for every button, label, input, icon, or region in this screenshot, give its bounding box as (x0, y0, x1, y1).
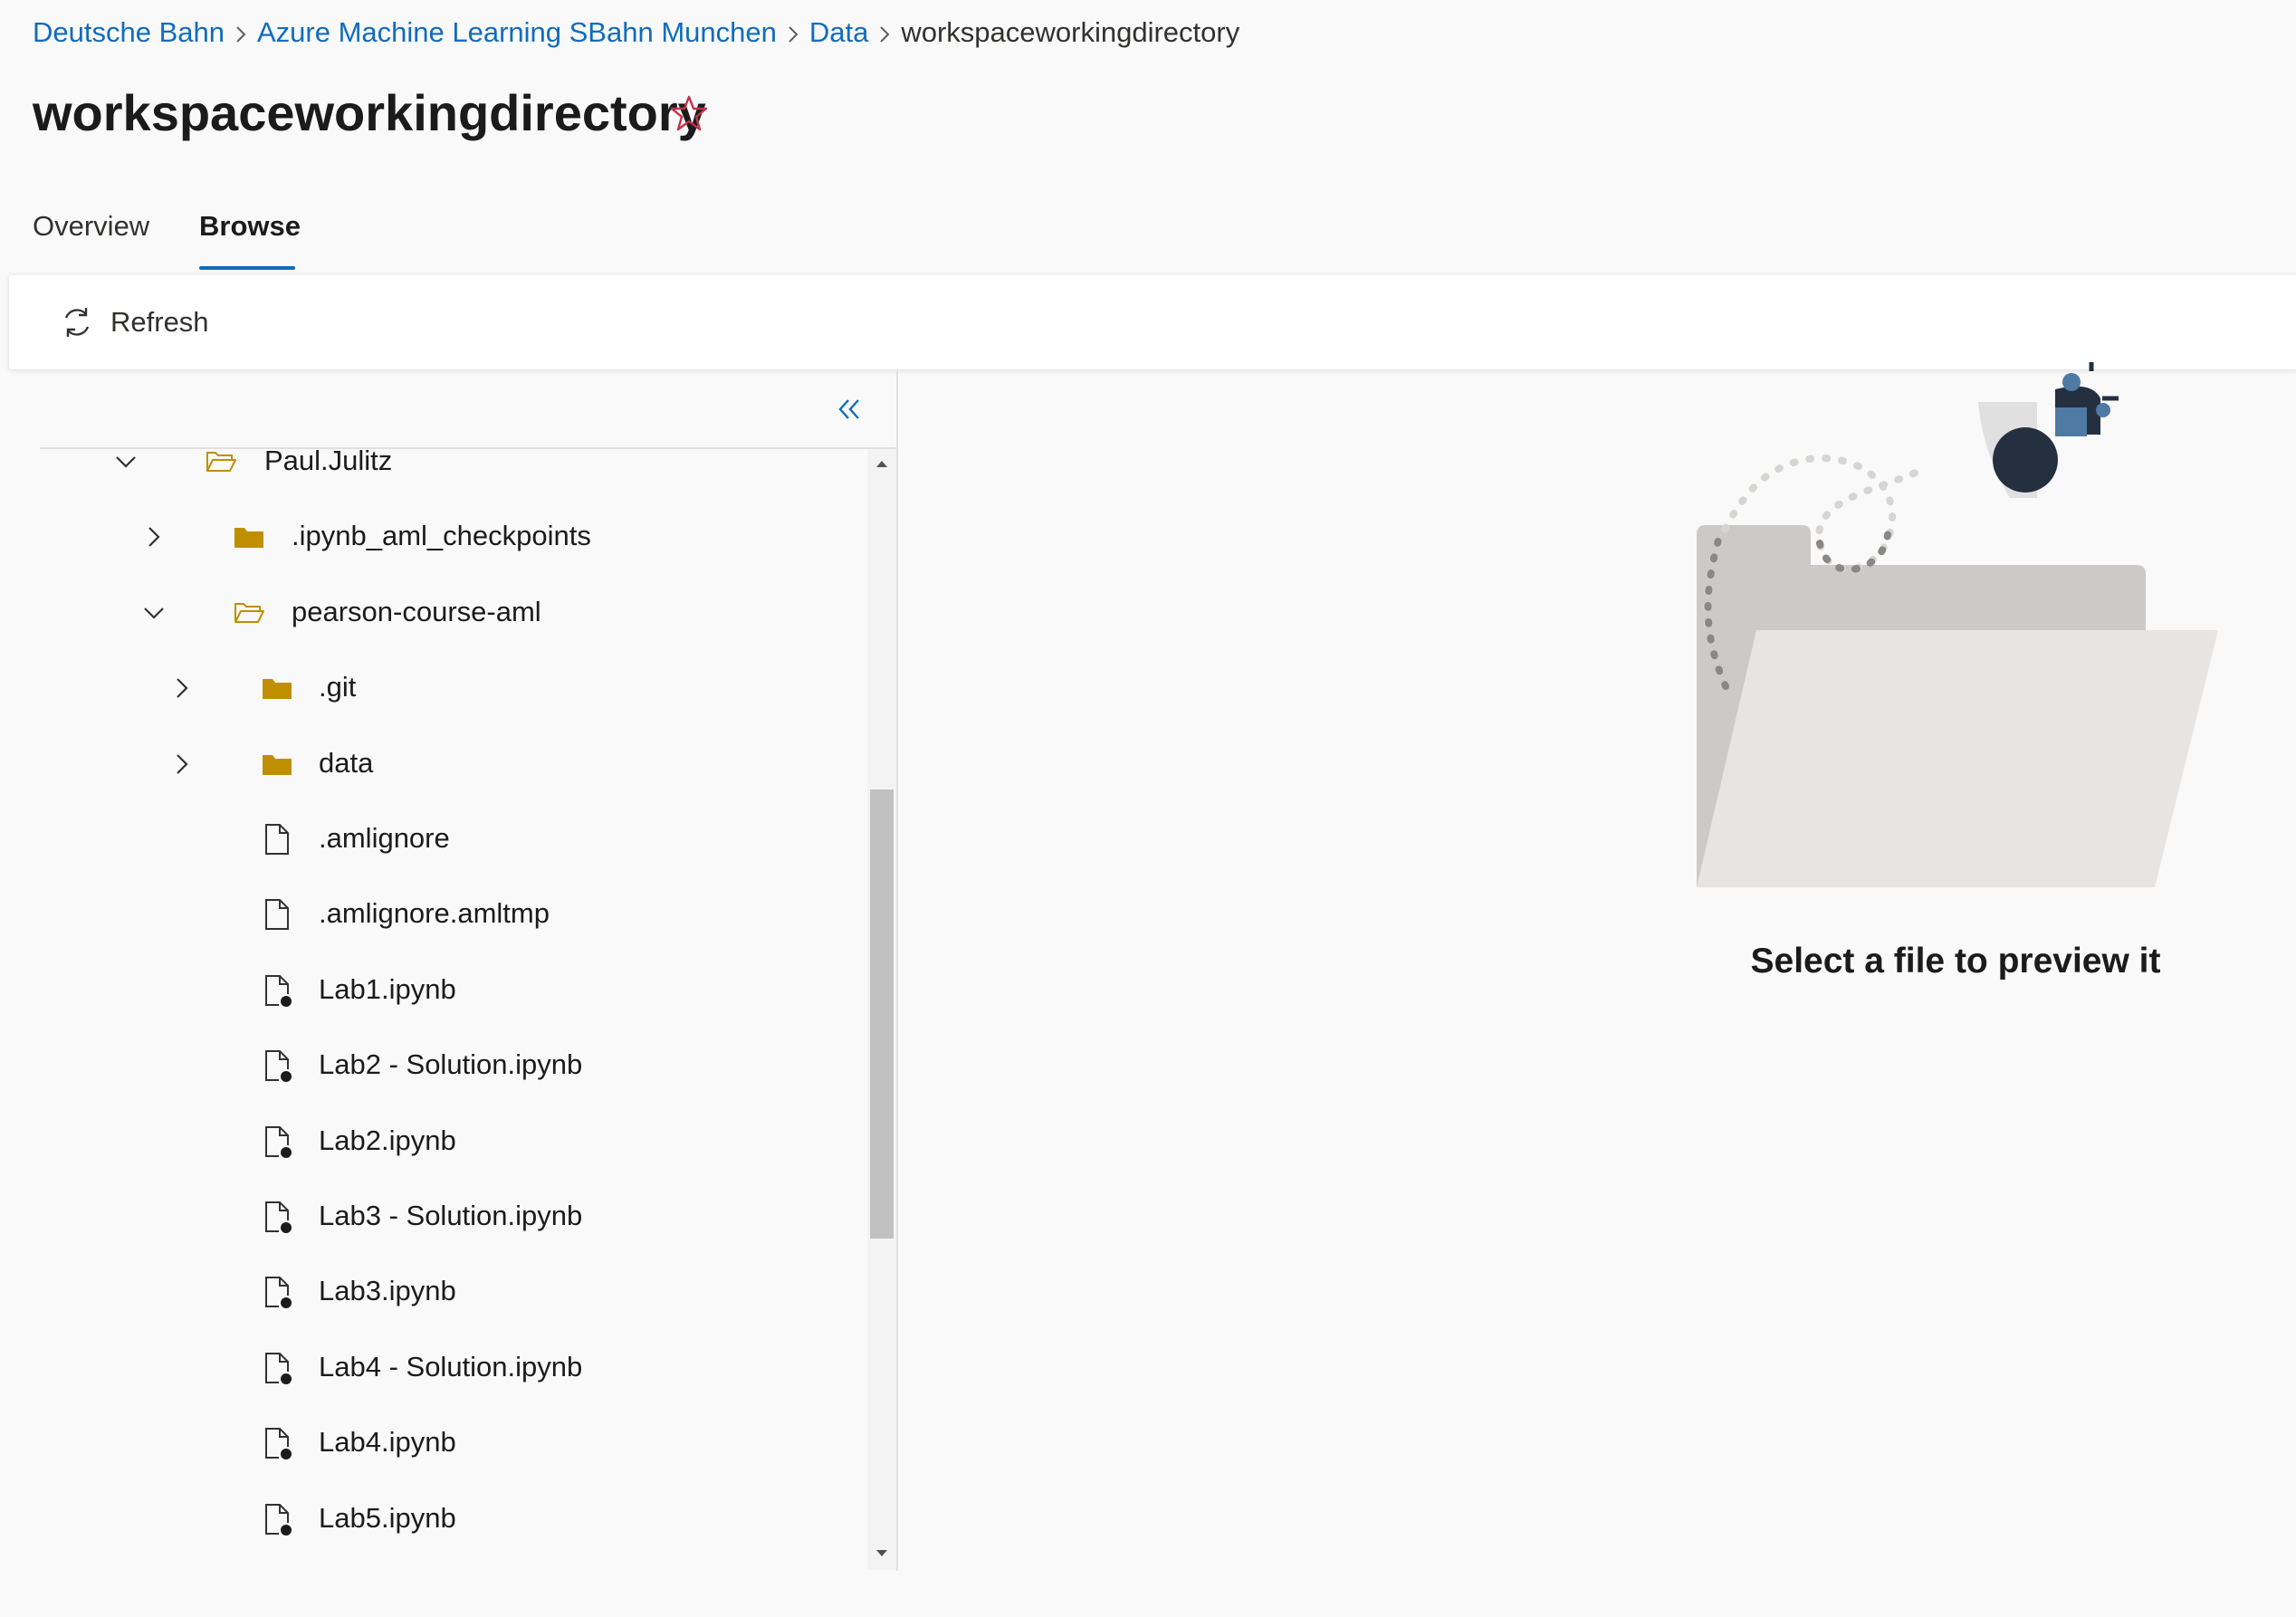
tree-item[interactable]: Lab3.ipynb (0, 1254, 865, 1330)
tree-item[interactable]: Lab1.ipynb (0, 952, 865, 1029)
breadcrumb-chevron-icon (777, 16, 809, 49)
tab-overview[interactable]: Overview (33, 210, 149, 243)
tree-item-label: data (319, 746, 374, 779)
notebook-file-icon (261, 1276, 293, 1309)
tree-item-label: Paul.Julitz (264, 445, 393, 476)
refresh-button[interactable]: Refresh (60, 297, 209, 348)
tree-item-label: Lab2.ipynb (319, 1124, 456, 1156)
folder-open-outline-icon (205, 445, 237, 478)
scrollbar-thumb[interactable] (870, 789, 894, 1239)
tree-item[interactable]: pearson-course-aml (0, 575, 865, 651)
folder-filled-icon (261, 748, 293, 780)
tree-item[interactable]: Lab2.ipynb (0, 1104, 865, 1180)
chevron-down-icon[interactable] (140, 599, 167, 627)
chevron-right-icon[interactable] (168, 751, 196, 778)
tree-item-label: .amlignore (319, 822, 450, 854)
tree-item[interactable]: Paul.Julitz (0, 424, 865, 500)
tree-item-label: Lab4 - Solution.ipynb (319, 1350, 583, 1383)
notebook-file-icon (261, 974, 293, 1007)
file-icon (261, 823, 293, 856)
refresh-icon (64, 308, 90, 337)
tree-item[interactable]: Lab4.ipynb (0, 1405, 865, 1481)
double-chevron-left-icon[interactable] (831, 391, 867, 427)
tree-item[interactable]: Lab5.ipynb (0, 1481, 865, 1557)
breadcrumb: Deutsche Bahn Azure Machine Learning SBa… (33, 13, 1239, 53)
tree-item-label: .git (319, 671, 357, 703)
scroll-up-arrow-icon[interactable] (867, 449, 896, 478)
notebook-file-icon (261, 1049, 293, 1083)
tree-item[interactable]: data (0, 726, 865, 802)
chevron-down-icon[interactable] (112, 448, 139, 475)
breadcrumb-link-deutsche-bahn[interactable]: Deutsche Bahn (33, 16, 225, 49)
scroll-down-arrow-icon[interactable] (867, 1539, 896, 1568)
tab-browse[interactable]: Browse (199, 210, 301, 243)
notebook-file-icon (261, 1503, 293, 1536)
panel-divider (896, 371, 898, 1571)
preview-empty-message: Select a file to preview it (1750, 942, 2161, 981)
tree-item-label: Lab5.ipynb (319, 1501, 456, 1534)
refresh-label: Refresh (110, 306, 209, 338)
tree-item-label: Lab3 - Solution.ipynb (319, 1200, 583, 1231)
tree-item[interactable]: .amlignore.amltmp (0, 876, 865, 952)
tree-item[interactable]: Lab4 - Solution.ipynb (0, 1330, 865, 1406)
notebook-file-icon (261, 1201, 293, 1233)
folder-filled-icon (233, 521, 265, 553)
active-tab-indicator (199, 266, 295, 270)
tree-item[interactable]: .git (0, 650, 865, 726)
empty-folder-illustration (1684, 362, 2227, 905)
breadcrumb-link-data[interactable]: Data (809, 16, 868, 49)
tree-item-label: .amlignore.amltmp (319, 897, 550, 930)
chevron-right-icon[interactable] (168, 675, 196, 702)
breadcrumb-chevron-icon (868, 16, 901, 49)
folder-filled-icon (261, 672, 293, 704)
tree-item[interactable]: Lab2 - Solution.ipynb (0, 1028, 865, 1104)
tree-item[interactable]: Lab3 - Solution.ipynb (0, 1179, 865, 1255)
tree-item-label: pearson-course-aml (292, 595, 541, 627)
star-outline-icon[interactable] (670, 94, 708, 132)
notebook-file-icon (261, 1427, 293, 1460)
breadcrumb-chevron-icon (225, 16, 257, 49)
folder-open-outline-icon (233, 597, 265, 629)
breadcrumb-current: workspaceworkingdirectory (901, 16, 1240, 48)
tree-item-label: Lab1.ipynb (319, 972, 456, 1005)
tree-item-label: Lab4.ipynb (319, 1426, 456, 1459)
command-bar: Refresh (9, 275, 2296, 369)
tree-item-label: Lab3.ipynb (319, 1275, 456, 1307)
breadcrumb-link-workspace[interactable]: Azure Machine Learning SBahn Munchen (257, 16, 777, 49)
tree-item[interactable]: .amlignore (0, 801, 865, 877)
tree-item-label: .ipynb_aml_checkpoints (292, 520, 591, 552)
chevron-right-icon[interactable] (140, 523, 167, 550)
page-title: workspaceworkingdirectory (33, 84, 706, 141)
tree-item[interactable]: .ipynb_aml_checkpoints (0, 499, 865, 575)
notebook-file-icon (261, 1125, 293, 1158)
notebook-file-icon (261, 1352, 293, 1384)
tree-item-label: Lab2 - Solution.ipynb (319, 1048, 583, 1081)
file-icon (261, 898, 293, 931)
